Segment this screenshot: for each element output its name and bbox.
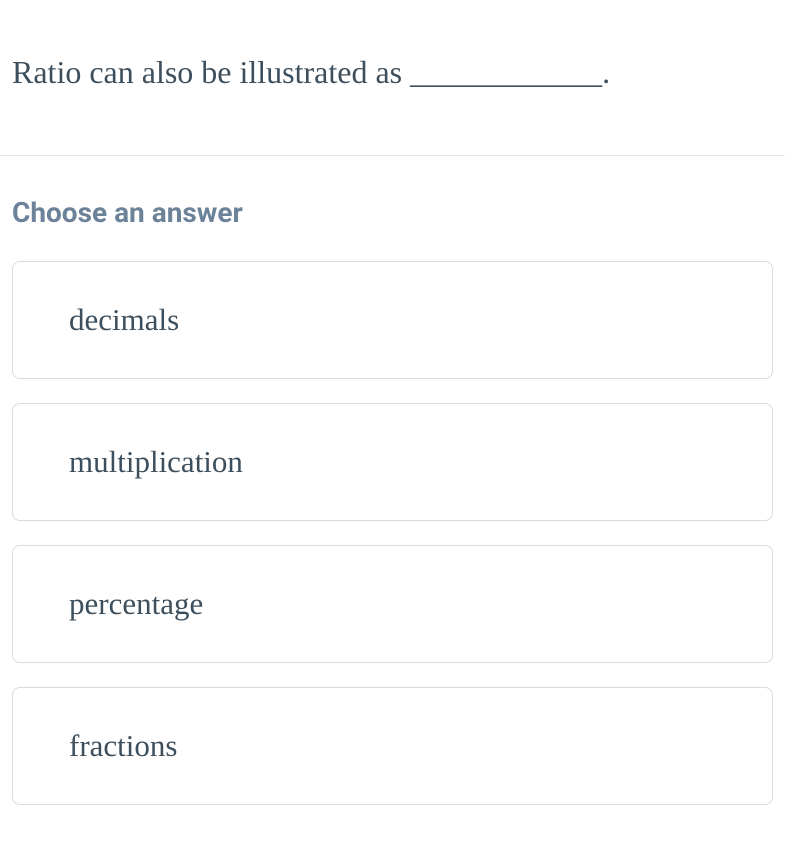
question-section: Ratio can also be illustrated as _______… [0,0,785,156]
option-label: multiplication [69,444,243,479]
answer-section: Choose an answer decimals multiplication… [0,156,785,805]
option-label: fractions [69,728,177,763]
answer-option-1[interactable]: multiplication [12,403,773,521]
option-label: percentage [69,586,203,621]
option-label: decimals [69,302,179,337]
question-text: Ratio can also be illustrated as _______… [12,50,773,95]
answer-option-3[interactable]: fractions [12,687,773,805]
answer-option-0[interactable]: decimals [12,261,773,379]
choose-answer-label: Choose an answer [12,196,773,229]
answer-option-2[interactable]: percentage [12,545,773,663]
